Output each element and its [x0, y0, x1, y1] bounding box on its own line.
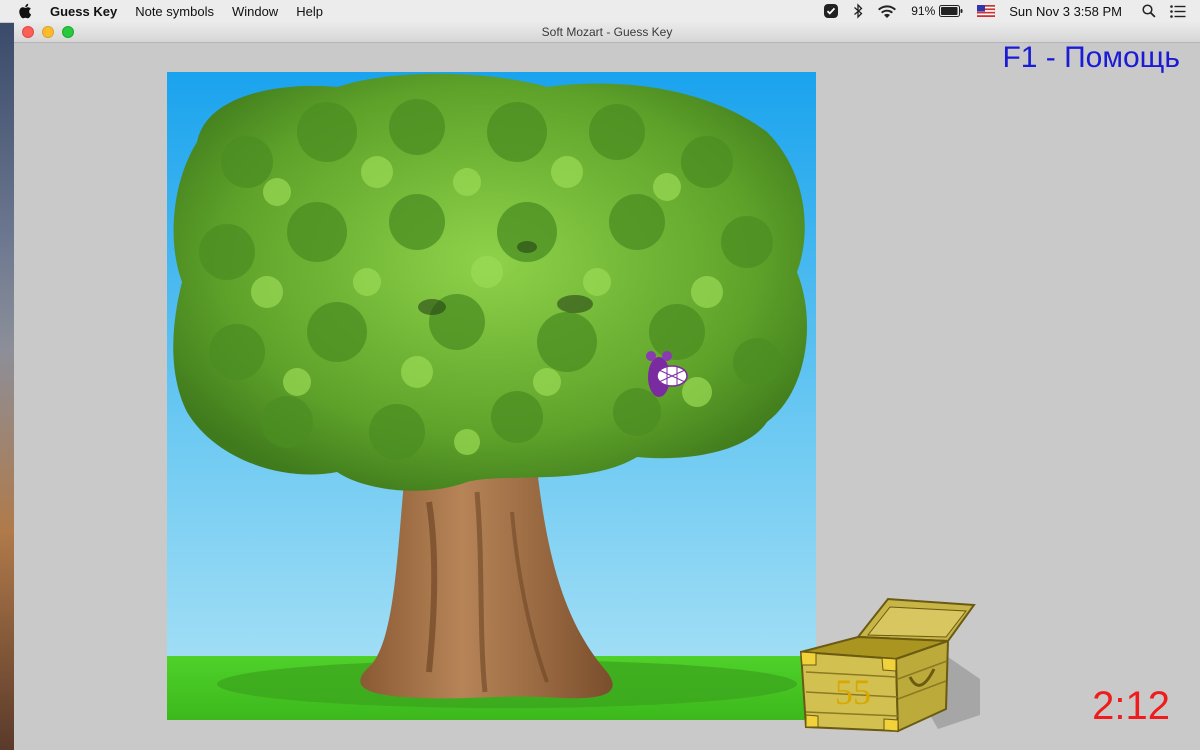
game-scene[interactable]: [167, 72, 816, 720]
battery-percent: 91%: [911, 4, 936, 18]
menu-window[interactable]: Window: [232, 4, 278, 19]
tree-scene-illustration: [167, 72, 816, 720]
menu-app-name[interactable]: Guess Key: [50, 4, 117, 19]
window-titlebar[interactable]: Soft Mozart - Guess Key: [14, 22, 1200, 43]
bluetooth-icon[interactable]: [853, 3, 863, 19]
us-flag-input-icon[interactable]: [977, 5, 996, 17]
wifi-icon[interactable]: [877, 4, 897, 18]
minimize-window-button[interactable]: [42, 26, 54, 38]
close-window-button[interactable]: [22, 26, 34, 38]
spotlight-search-icon[interactable]: [1142, 4, 1156, 18]
help-hint: F1 - Помощь: [1002, 41, 1180, 74]
window-title: Soft Mozart - Guess Key: [541, 25, 673, 39]
zoom-window-button[interactable]: [62, 26, 74, 38]
chest-score: 55: [835, 672, 871, 712]
menu-help[interactable]: Help: [296, 4, 323, 19]
game-timer: 2:12: [1092, 684, 1170, 728]
menu-note-symbols[interactable]: Note symbols: [135, 4, 214, 19]
shield-status-icon[interactable]: [823, 3, 839, 19]
menu-clock[interactable]: Sun Nov 3 3:58 PM: [1009, 4, 1122, 19]
battery-icon[interactable]: [939, 5, 963, 17]
treasure-chest-icon[interactable]: [798, 597, 984, 733]
notification-center-icon[interactable]: [1170, 4, 1186, 18]
desktop-background: [0, 22, 14, 750]
apple-menu-icon[interactable]: [18, 3, 32, 19]
menu-bar: Guess Key Note symbols Window Help 91% S…: [0, 0, 1200, 23]
